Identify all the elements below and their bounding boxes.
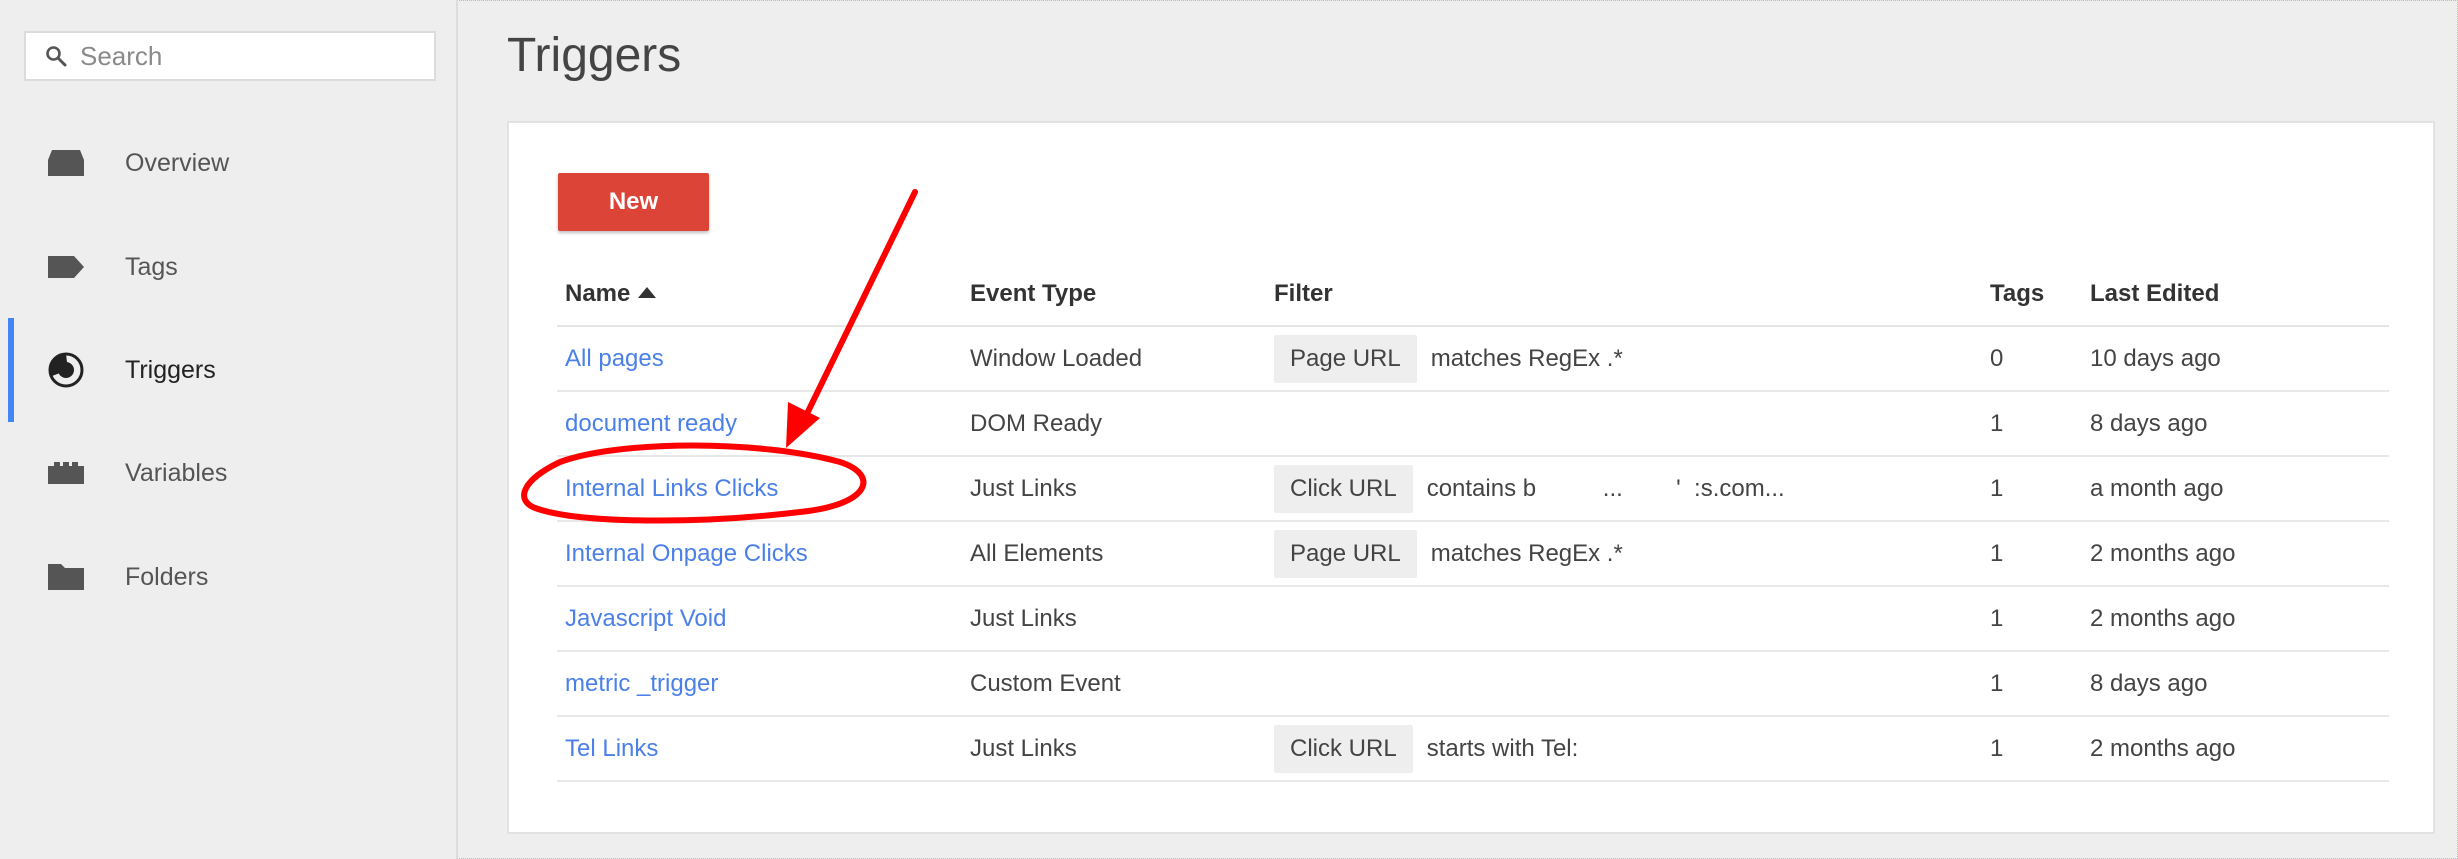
last-edited-cell: 2 months ago bbox=[2082, 521, 2389, 587]
filter-cell bbox=[1266, 391, 1982, 457]
trigger-name-link[interactable]: Internal Onpage Clicks bbox=[565, 540, 808, 567]
last-edited-cell: 8 days ago bbox=[2082, 391, 2389, 457]
sidebar-item-label: Tags bbox=[125, 252, 178, 281]
column-header-tags[interactable]: Tags bbox=[1982, 263, 2082, 327]
tags-count-cell: 1 bbox=[1982, 586, 2082, 652]
column-header-event-type[interactable]: Event Type bbox=[962, 263, 1266, 327]
sidebar-item-triggers[interactable]: Triggers bbox=[0, 318, 456, 422]
last-edited-cell: 10 days ago bbox=[2082, 326, 2389, 392]
inbox-icon bbox=[46, 143, 86, 183]
filter-cell bbox=[1266, 586, 1982, 652]
trigger-name-link[interactable]: Internal Links Clicks bbox=[565, 475, 778, 502]
last-edited-cell: 2 months ago bbox=[2082, 716, 2389, 782]
tags-count-cell: 1 bbox=[1982, 391, 2082, 457]
filter-cell: Click URL starts with Tel: bbox=[1266, 716, 1982, 782]
tags-count-cell: 1 bbox=[1982, 456, 2082, 522]
trigger-name-link[interactable]: Tel Links bbox=[565, 735, 658, 762]
column-header-filter: Filter bbox=[1266, 263, 1982, 327]
sidebar-item-overview[interactable]: Overview bbox=[0, 111, 456, 215]
variables-icon bbox=[46, 453, 86, 493]
filter-variable-chip: Page URL bbox=[1274, 334, 1417, 383]
event-type-cell: Just Links bbox=[962, 456, 1266, 522]
triggers-card: New Name Event Type Filter Tags Last Edi… bbox=[507, 121, 2435, 834]
table-row[interactable]: metric _trigger Custom Event 1 8 days ag… bbox=[557, 651, 2389, 717]
filter-variable-chip: Page URL bbox=[1274, 529, 1417, 578]
page-title: Triggers bbox=[507, 29, 682, 82]
event-type-cell: Just Links bbox=[962, 716, 1266, 782]
tag-icon bbox=[46, 247, 86, 287]
filter-cell: Click URL contains b ... ' :s.com... bbox=[1266, 456, 1982, 522]
sidebar-item-label: Variables bbox=[125, 458, 228, 487]
sort-ascending-icon[interactable] bbox=[638, 287, 657, 298]
tags-count-cell: 1 bbox=[1982, 651, 2082, 717]
filter-condition: starts with Tel: bbox=[1426, 734, 1579, 762]
search-icon bbox=[46, 46, 67, 67]
filter-condition: matches RegEx .* bbox=[1430, 539, 1623, 567]
sidebar-item-label: Triggers bbox=[125, 355, 216, 384]
filter-cell bbox=[1266, 651, 1982, 717]
event-type-cell: Window Loaded bbox=[962, 326, 1266, 392]
triggers-table: Name Event Type Filter Tags Last Edited … bbox=[557, 263, 2389, 782]
table-row[interactable]: All pages Window Loaded Page URL matches … bbox=[557, 326, 2389, 392]
sidebar-item-variables[interactable]: Variables bbox=[0, 421, 456, 525]
event-type-cell: Just Links bbox=[962, 586, 1266, 652]
trigger-name-link[interactable]: metric _trigger bbox=[565, 670, 718, 697]
table-row[interactable]: Internal Links Clicks Just Links Click U… bbox=[557, 456, 2389, 522]
table-row[interactable]: document ready DOM Ready 1 8 days ago bbox=[557, 391, 2389, 457]
table-header-row: Name Event Type Filter Tags Last Edited bbox=[557, 263, 2389, 327]
trigger-name-link[interactable]: document ready bbox=[565, 410, 737, 437]
table-row[interactable]: Javascript Void Just Links 1 2 months ag… bbox=[557, 586, 2389, 652]
tags-count-cell: 0 bbox=[1982, 326, 2082, 392]
sidebar-item-label: Folders bbox=[125, 562, 209, 591]
tags-count-cell: 1 bbox=[1982, 716, 2082, 782]
filter-variable-chip: Click URL bbox=[1274, 464, 1413, 513]
sidebar: Overview Tags Triggers Variables Folders bbox=[0, 0, 458, 859]
filter-variable-chip: Click URL bbox=[1274, 724, 1413, 773]
table-row[interactable]: Internal Onpage Clicks All Elements Page… bbox=[557, 521, 2389, 587]
filter-cell: Page URL matches RegEx .* bbox=[1266, 521, 1982, 587]
trigger-icon bbox=[46, 350, 86, 390]
filter-cell: Page URL matches RegEx .* bbox=[1266, 326, 1982, 392]
folder-icon bbox=[46, 557, 86, 597]
trigger-name-link[interactable]: Javascript Void bbox=[565, 605, 726, 632]
filter-condition: matches RegEx .* bbox=[1430, 344, 1623, 372]
search-input[interactable] bbox=[78, 39, 422, 73]
tags-count-cell: 1 bbox=[1982, 521, 2082, 587]
new-trigger-button[interactable]: New bbox=[558, 173, 709, 231]
last-edited-cell: 8 days ago bbox=[2082, 651, 2389, 717]
table-row[interactable]: Tel Links Just Links Click URL starts wit… bbox=[557, 716, 2389, 782]
column-header-name[interactable]: Name bbox=[557, 263, 962, 327]
sidebar-item-folders[interactable]: Folders bbox=[0, 525, 456, 629]
event-type-cell: DOM Ready bbox=[962, 391, 1266, 457]
filter-condition: contains b ... ' :s.com... bbox=[1426, 474, 1785, 502]
event-type-cell: All Elements bbox=[962, 521, 1266, 587]
event-type-cell: Custom Event bbox=[962, 651, 1266, 717]
last-edited-cell: a month ago bbox=[2082, 456, 2389, 522]
sidebar-item-label: Overview bbox=[125, 148, 230, 177]
search-box[interactable] bbox=[24, 31, 436, 81]
column-header-last-edited[interactable]: Last Edited bbox=[2082, 263, 2389, 327]
trigger-name-link[interactable]: All pages bbox=[565, 345, 664, 372]
last-edited-cell: 2 months ago bbox=[2082, 586, 2389, 652]
sidebar-item-tags[interactable]: Tags bbox=[0, 215, 456, 319]
